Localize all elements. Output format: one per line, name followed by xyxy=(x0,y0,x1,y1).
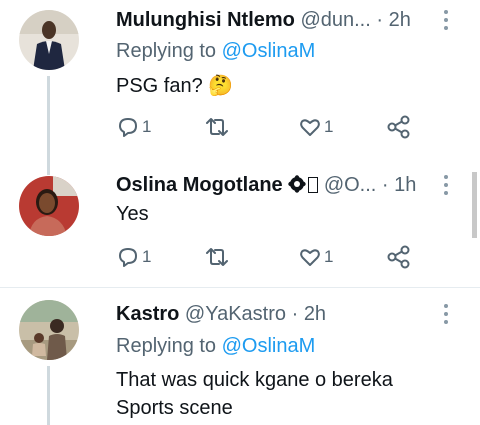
thread-line xyxy=(47,366,50,425)
replying-prefix: Replying to xyxy=(116,40,222,62)
avatar[interactable] xyxy=(19,176,79,236)
author-handle[interactable]: @O... xyxy=(324,174,377,196)
share-button[interactable] xyxy=(386,112,412,142)
tweet-oslina[interactable]: Oslina Mogotlane @O... · 1h Yes 1 1 xyxy=(0,165,480,285)
tweet-header: Mulunghisi Ntlemo @dun... · 2h xyxy=(116,8,411,32)
reply-icon xyxy=(119,248,137,267)
separator-dot: · xyxy=(291,303,299,325)
author-name[interactable]: Kastro xyxy=(116,303,179,325)
thread-line xyxy=(47,76,50,171)
like-icon xyxy=(300,119,320,136)
author-handle[interactable]: @dun... xyxy=(300,9,370,31)
author-handle[interactable]: @YaKastro xyxy=(185,303,286,325)
mention-link[interactable]: @OslinaM xyxy=(222,40,316,62)
more-icon[interactable] xyxy=(444,10,450,30)
reply-button[interactable]: 1 xyxy=(116,242,151,272)
scrollbar[interactable] xyxy=(472,172,477,238)
tweet-text-line: That was quick kgane o bereka xyxy=(116,369,393,391)
tweet-header: Kastro @YaKastro · 2h xyxy=(116,302,326,326)
reply-count: 1 xyxy=(142,247,152,266)
like-button[interactable]: 1 xyxy=(298,112,333,142)
avatar[interactable] xyxy=(19,10,79,70)
verified-icon xyxy=(288,175,306,193)
author-name[interactable]: Mulunghisi Ntlemo xyxy=(116,9,295,31)
missing-glyph-icon xyxy=(308,177,319,193)
like-count: 1 xyxy=(324,247,334,266)
retweet-button[interactable] xyxy=(204,112,230,142)
timestamp[interactable]: 1h xyxy=(394,174,416,196)
replying-prefix: Replying to xyxy=(116,335,222,357)
thread-line-top xyxy=(47,165,50,175)
replying-to: Replying to @OslinaM xyxy=(116,39,315,63)
more-icon[interactable] xyxy=(444,175,450,195)
timestamp[interactable]: 2h xyxy=(304,303,326,325)
like-count: 1 xyxy=(324,117,334,136)
reply-button[interactable]: 1 xyxy=(116,112,151,142)
tweet-text-line: Sports scene xyxy=(116,397,233,419)
tweet-mulunghisi[interactable]: Mulunghisi Ntlemo @dun... · 2h Replying … xyxy=(0,0,480,171)
share-icon xyxy=(387,115,410,139)
retweet-button[interactable] xyxy=(204,242,230,272)
tweet-header: Oslina Mogotlane @O... · 1h xyxy=(116,173,416,197)
tweet-text: That was quick kgane o bereka Sports sce… xyxy=(116,366,393,422)
more-icon[interactable] xyxy=(444,304,450,324)
share-button[interactable] xyxy=(386,242,412,272)
avatar[interactable] xyxy=(19,300,79,360)
author-name[interactable]: Oslina Mogotlane xyxy=(116,174,283,196)
like-icon xyxy=(300,249,320,266)
timestamp[interactable]: 2h xyxy=(389,9,411,31)
tweet-text: PSG fan? 🤔 xyxy=(116,75,234,97)
mention-link[interactable]: @OslinaM xyxy=(222,335,316,357)
reply-icon xyxy=(119,118,137,137)
retweet-icon xyxy=(206,248,228,266)
reply-count: 1 xyxy=(142,117,152,136)
like-button[interactable]: 1 xyxy=(298,242,333,272)
separator-dot: · xyxy=(376,9,384,31)
tweet-kastro[interactable]: Kastro @YaKastro · 2h Replying to @Oslin… xyxy=(0,288,480,425)
replying-to: Replying to @OslinaM xyxy=(116,334,315,358)
tweet-text: Yes xyxy=(116,203,149,225)
share-icon xyxy=(387,245,410,269)
separator-dot: · xyxy=(381,174,389,196)
retweet-icon xyxy=(206,118,228,136)
